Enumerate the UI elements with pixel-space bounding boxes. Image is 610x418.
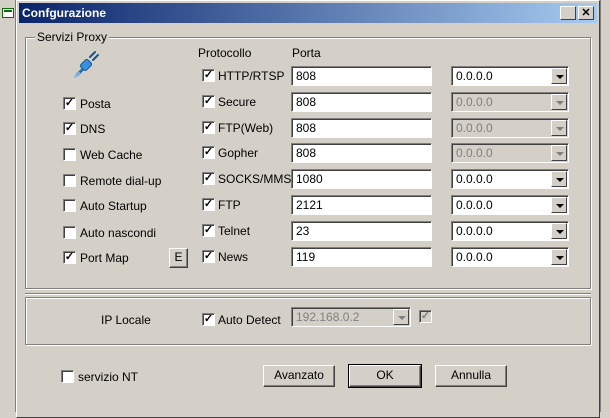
telnet-bind-ip-value: 0.0.0.0 [456, 224, 493, 238]
auto-startup-checkbox[interactable] [63, 199, 76, 212]
close-button[interactable]: ✕ [578, 6, 594, 20]
dns-checkbox[interactable]: ✓ [63, 122, 76, 135]
news-bind-ip-value: 0.0.0.0 [456, 250, 493, 264]
port-column-header: Porta [292, 46, 321, 60]
telnet-port-input[interactable]: 23 [291, 221, 432, 241]
network-plug-icon [74, 51, 99, 78]
chevron-down-icon[interactable] [551, 94, 567, 110]
news-port-input[interactable]: 119 [291, 247, 432, 267]
ftp-web-bind-ip-value: 0.0.0.0 [456, 121, 493, 135]
parent-window-icon [2, 8, 14, 18]
port-map-checkbox[interactable]: ✓ [63, 251, 76, 264]
ftp-protocol-label: FTP [218, 198, 241, 212]
http-rtsp-protocol-checkbox[interactable]: ✓ [202, 69, 215, 82]
auto-detect-checkbox[interactable]: ✓ [202, 313, 215, 326]
gopher-port-value: 808 [296, 146, 317, 160]
news-protocol-label: News [218, 250, 249, 264]
title-bar[interactable]: Confgurazione ✕ [19, 3, 597, 23]
chevron-down-icon[interactable] [551, 120, 567, 136]
remote-dialup-label: Remote dial-up [80, 174, 162, 188]
chevron-down-icon[interactable] [551, 68, 567, 84]
local-ip-extra-checkbox[interactable]: ✓ [419, 310, 432, 323]
auto-startup-label: Auto Startup [80, 199, 147, 213]
dialog-title: Confgurazione [22, 6, 106, 20]
secure-port-input[interactable]: 808 [291, 92, 432, 112]
dns-label: DNS [80, 122, 106, 136]
nt-service-checkbox[interactable] [61, 370, 74, 383]
http-rtsp-bind-ip-value: 0.0.0.0 [456, 69, 493, 83]
ftp-web-port-value: 808 [296, 121, 317, 135]
gopher-port-input[interactable]: 808 [291, 143, 432, 163]
ftp-port-input[interactable]: 2121 [291, 195, 432, 215]
ftp-port-value: 2121 [296, 198, 323, 212]
secure-protocol-label: Secure [218, 95, 257, 109]
socks-mms-protocol-checkbox[interactable]: ✓ [202, 172, 215, 185]
config-dialog: Confgurazione ✕ Servizi Proxy ✓ Posta ✓ … [16, 0, 600, 418]
posta-label: Posta [80, 97, 111, 111]
advanced-button[interactable]: Avanzato [263, 365, 335, 387]
title-bar-spacer-button [560, 6, 576, 20]
gopher-protocol-label: Gopher [218, 146, 259, 160]
local-ip-dropdown-button[interactable] [393, 309, 409, 325]
ftp-bind-ip-value: 0.0.0.0 [456, 198, 493, 212]
gopher-protocol-checkbox[interactable]: ✓ [202, 146, 215, 159]
ok-button[interactable]: OK [348, 364, 422, 388]
news-protocol-checkbox[interactable]: ✓ [202, 250, 215, 263]
ftp-web-port-input[interactable]: 808 [291, 118, 432, 138]
remote-dialup-checkbox[interactable] [63, 174, 76, 187]
http-rtsp-protocol-label: HTTP/RTSP [218, 69, 285, 83]
chevron-down-icon[interactable] [551, 197, 567, 213]
telnet-port-value: 23 [296, 224, 310, 238]
port-map-edit-button[interactable]: E [169, 248, 188, 268]
protocol-column-header: Protocollo [198, 46, 252, 60]
parent-window-left-edge [0, 0, 16, 418]
chevron-down-icon[interactable] [551, 145, 567, 161]
socks-mms-protocol-label: SOCKS/MMS [218, 172, 292, 186]
chevron-down-icon[interactable] [551, 249, 567, 265]
posta-checkbox[interactable]: ✓ [63, 97, 76, 110]
port-map-label: Port Map [80, 251, 129, 265]
telnet-protocol-checkbox[interactable]: ✓ [202, 224, 215, 237]
auto-detect-label: Auto Detect [218, 313, 281, 327]
secure-bind-ip-value: 0.0.0.0 [456, 95, 493, 109]
ftp-protocol-checkbox[interactable]: ✓ [202, 198, 215, 211]
socks-mms-port-input[interactable]: 1080 [291, 169, 432, 189]
socks-mms-bind-ip-value: 0.0.0.0 [456, 172, 493, 186]
close-icon: ✕ [581, 7, 591, 19]
chevron-down-icon[interactable] [551, 171, 567, 187]
parent-window-right-edge [600, 0, 610, 418]
http-rtsp-port-input[interactable]: 808 [291, 66, 432, 86]
news-port-value: 119 [296, 250, 316, 264]
web-cache-checkbox[interactable] [63, 148, 76, 161]
auto-hide-label: Auto nascondi [80, 226, 157, 240]
nt-service-label: servizio NT [78, 370, 139, 384]
http-rtsp-port-value: 808 [296, 69, 317, 83]
cancel-button[interactable]: Annulla [435, 365, 507, 387]
gopher-bind-ip-value: 0.0.0.0 [456, 146, 493, 160]
ftp-web-protocol-label: FTP(Web) [218, 121, 274, 135]
chevron-down-icon[interactable] [551, 223, 567, 239]
proxy-services-legend: Servizi Proxy [35, 30, 110, 44]
group-separator [25, 293, 591, 295]
secure-port-value: 808 [296, 95, 317, 109]
socks-mms-port-value: 1080 [296, 172, 323, 186]
local-ip-value: 192.168.0.2 [296, 310, 360, 324]
auto-hide-checkbox[interactable] [63, 226, 76, 239]
ftp-web-protocol-checkbox[interactable]: ✓ [202, 121, 215, 134]
telnet-protocol-label: Telnet [218, 224, 251, 238]
web-cache-label: Web Cache [80, 148, 143, 162]
local-ip-label: IP Locale [101, 313, 151, 327]
secure-protocol-checkbox[interactable]: ✓ [202, 95, 215, 108]
